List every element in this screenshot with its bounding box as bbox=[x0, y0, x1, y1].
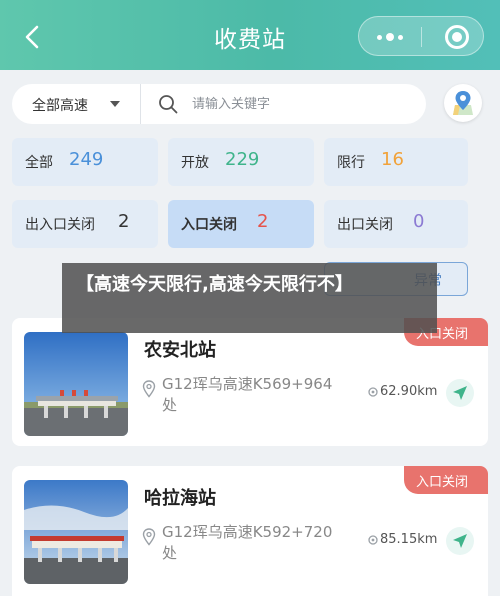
filter-exit-closed-count: 0 bbox=[413, 211, 425, 232]
station-name: 哈拉海站 bbox=[144, 488, 216, 509]
filter-entry-exit-closed[interactable]: 出入口关闭 2 bbox=[12, 200, 158, 248]
search-divider bbox=[140, 84, 141, 124]
filter-entry-exit-closed-count: 2 bbox=[118, 211, 130, 232]
filter-all[interactable]: 全部 249 bbox=[12, 138, 158, 186]
filter-restricted-count: 16 bbox=[381, 149, 404, 170]
distance-icon bbox=[368, 535, 378, 545]
filter-entry-closed-label: 入口关闭 bbox=[181, 217, 237, 233]
location-pin-icon bbox=[142, 528, 156, 546]
filter-exit-closed[interactable]: 出口关闭 0 bbox=[324, 200, 468, 248]
navigate-arrow-icon bbox=[453, 386, 467, 400]
filter-restricted[interactable]: 限行 16 bbox=[324, 138, 468, 186]
filter-entry-closed[interactable]: 入口关闭 2 bbox=[168, 200, 314, 248]
filter-open-count: 229 bbox=[225, 149, 260, 170]
navigate-button[interactable] bbox=[446, 379, 474, 407]
station-card[interactable]: 农安北站 G12珲乌高速K569+964处 62.90km 入口关闭 bbox=[12, 318, 488, 446]
mini-program-capsule bbox=[358, 16, 484, 56]
target-close-icon[interactable] bbox=[445, 25, 469, 49]
station-photo bbox=[24, 332, 128, 436]
map-view-button[interactable] bbox=[444, 84, 482, 122]
map-pin-icon bbox=[453, 91, 473, 115]
station-distance: 85.15km bbox=[380, 532, 438, 547]
caret-down-icon bbox=[110, 101, 120, 107]
caption-overlay: 【高速今天限行,高速今天限行不】 bbox=[62, 263, 437, 333]
header-bar: 收费站 bbox=[0, 0, 500, 70]
status-badge: 入口关闭 bbox=[404, 466, 488, 494]
filter-all-count: 249 bbox=[69, 149, 104, 170]
filter-restricted-label: 限行 bbox=[337, 155, 365, 171]
filter-open[interactable]: 开放 229 bbox=[168, 138, 314, 186]
filter-entry-exit-closed-label: 出入口关闭 bbox=[25, 217, 95, 233]
more-dots-icon[interactable] bbox=[359, 17, 421, 57]
location-pin-icon bbox=[142, 380, 156, 398]
station-card[interactable]: 哈拉海站 G12珲乌高速K592+720处 85.15km 入口关闭 bbox=[12, 466, 488, 596]
status-badge-label: 入口关闭 bbox=[416, 475, 469, 490]
filter-all-label: 全部 bbox=[25, 155, 53, 171]
search-input[interactable] bbox=[192, 88, 412, 120]
filter-entry-closed-count: 2 bbox=[257, 211, 269, 232]
search-icon bbox=[159, 95, 178, 114]
highway-type-select[interactable]: 全部高速 bbox=[12, 84, 140, 124]
search-bar: 全部高速 bbox=[12, 84, 426, 124]
filter-open-label: 开放 bbox=[181, 155, 209, 171]
station-location: G12珲乌高速K569+964处 bbox=[162, 375, 333, 414]
station-distance: 62.90km bbox=[380, 384, 438, 399]
filter-exit-closed-label: 出口关闭 bbox=[337, 217, 393, 233]
highway-type-label: 全部高速 bbox=[32, 98, 88, 114]
distance-icon bbox=[368, 387, 378, 397]
capsule-divider bbox=[421, 27, 422, 47]
navigate-arrow-icon bbox=[453, 534, 467, 548]
station-location: G12珲乌高速K592+720处 bbox=[162, 523, 333, 562]
navigate-button[interactable] bbox=[446, 527, 474, 555]
caption-text: 【高速今天限行,高速今天限行不】 bbox=[76, 274, 353, 295]
station-name: 农安北站 bbox=[144, 340, 216, 361]
station-photo bbox=[24, 480, 128, 584]
